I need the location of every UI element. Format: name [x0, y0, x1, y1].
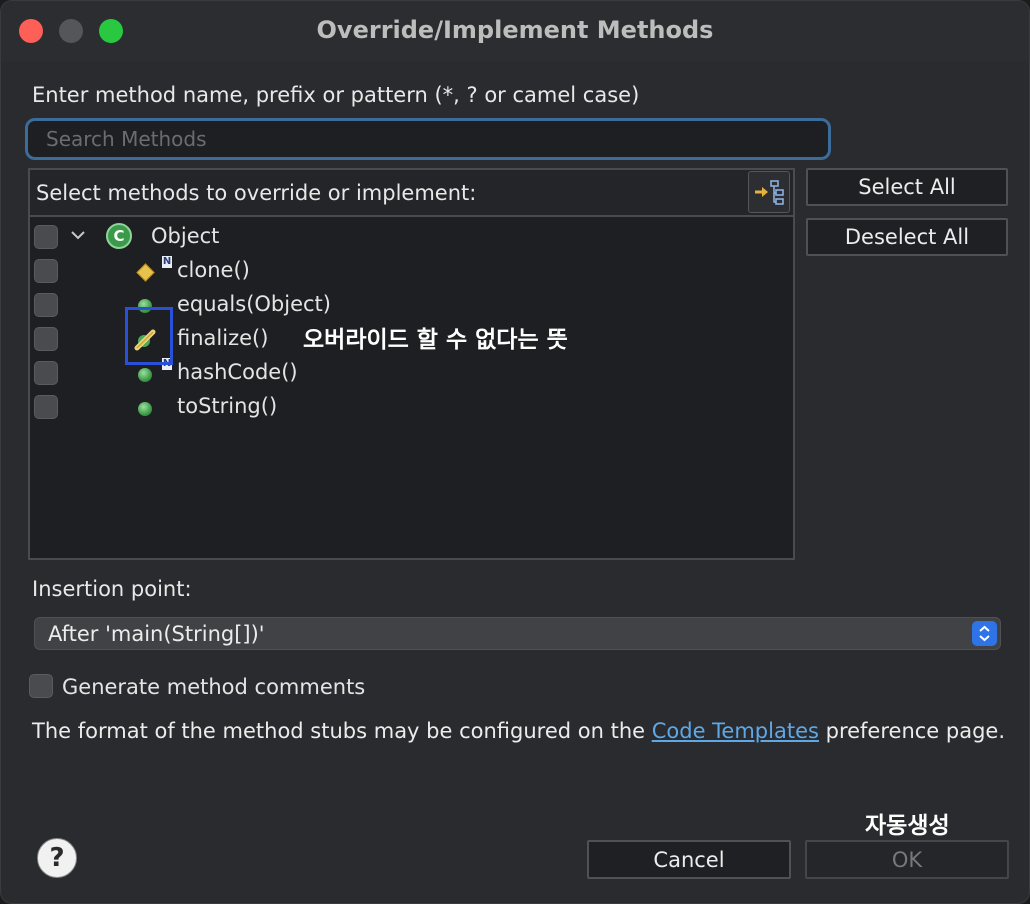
tree-row-clone[interactable]: N clone() [30, 255, 793, 289]
deselect-all-button[interactable]: Deselect All [806, 218, 1008, 256]
object-checkbox[interactable] [34, 225, 58, 249]
updown-chevron-icon [979, 625, 990, 642]
method-label-tostring: toString() [177, 394, 278, 418]
search-methods-input[interactable] [25, 118, 831, 160]
format-prefix: The format of the method stubs may be co… [32, 719, 652, 743]
tree-row-tostring[interactable]: toString() [30, 391, 793, 425]
clone-checkbox[interactable] [34, 259, 58, 283]
methods-tree-panel: Select methods to override or implement:… [28, 168, 795, 560]
tree-row-object[interactable]: C Object [30, 221, 793, 255]
hierarchy-sort-icon [755, 180, 784, 205]
sort-by-hierarchy-button[interactable] [748, 171, 790, 213]
generate-comments-label: Generate method comments [62, 675, 366, 699]
insertion-point-select[interactable]: After 'main(String[])' [34, 617, 1001, 650]
code-templates-link[interactable]: Code Templates [652, 719, 819, 743]
title-bar: Override/Implement Methods [1, 1, 1029, 61]
override-implement-dialog: Override/Implement Methods Enter method … [0, 0, 1030, 904]
insertion-point-label: Insertion point: [32, 577, 192, 601]
generate-comments-checkbox[interactable] [29, 674, 53, 698]
format-suffix: preference page. [818, 719, 1006, 743]
equals-checkbox[interactable] [34, 293, 58, 317]
help-icon[interactable]: ? [37, 838, 77, 878]
finalize-checkbox[interactable] [34, 327, 58, 351]
public-method-icon [138, 402, 152, 416]
cancel-button[interactable]: Cancel [587, 840, 791, 879]
window-title: Override/Implement Methods [316, 16, 714, 44]
tostring-checkbox[interactable] [34, 395, 58, 419]
tree-header-label: Select methods to override or implement: [36, 181, 477, 205]
ok-button[interactable]: OK [805, 840, 1009, 879]
select-all-button[interactable]: Select All [806, 168, 1008, 206]
finalize-annotation: 오버라이드 할 수 없다는 뜻 [303, 327, 568, 353]
chevron-down-icon[interactable] [68, 225, 88, 245]
insertion-point-value: After 'main(String[])' [48, 622, 265, 646]
select-arrows-icon[interactable] [972, 621, 997, 646]
object-label: Object [151, 224, 220, 248]
method-label-equals: equals(Object) [177, 292, 331, 316]
filter-label: Enter method name, prefix or pattern (*,… [32, 83, 640, 107]
method-label-finalize: finalize() [177, 326, 269, 350]
method-label-clone: clone() [177, 258, 250, 282]
hashcode-checkbox[interactable] [34, 361, 58, 385]
native-badge-icon: N [162, 256, 172, 268]
format-info-text: The format of the method stubs may be co… [32, 719, 1005, 743]
method-label-hashcode: hashCode() [177, 360, 298, 384]
protected-diamond-icon [136, 263, 155, 282]
public-method-icon [138, 368, 152, 382]
auto-generate-annotation: 자동생성 [865, 813, 950, 839]
tree-header: Select methods to override or implement: [30, 170, 793, 217]
annotation-highlight-box [125, 307, 173, 365]
class-c-icon: C [106, 223, 132, 249]
